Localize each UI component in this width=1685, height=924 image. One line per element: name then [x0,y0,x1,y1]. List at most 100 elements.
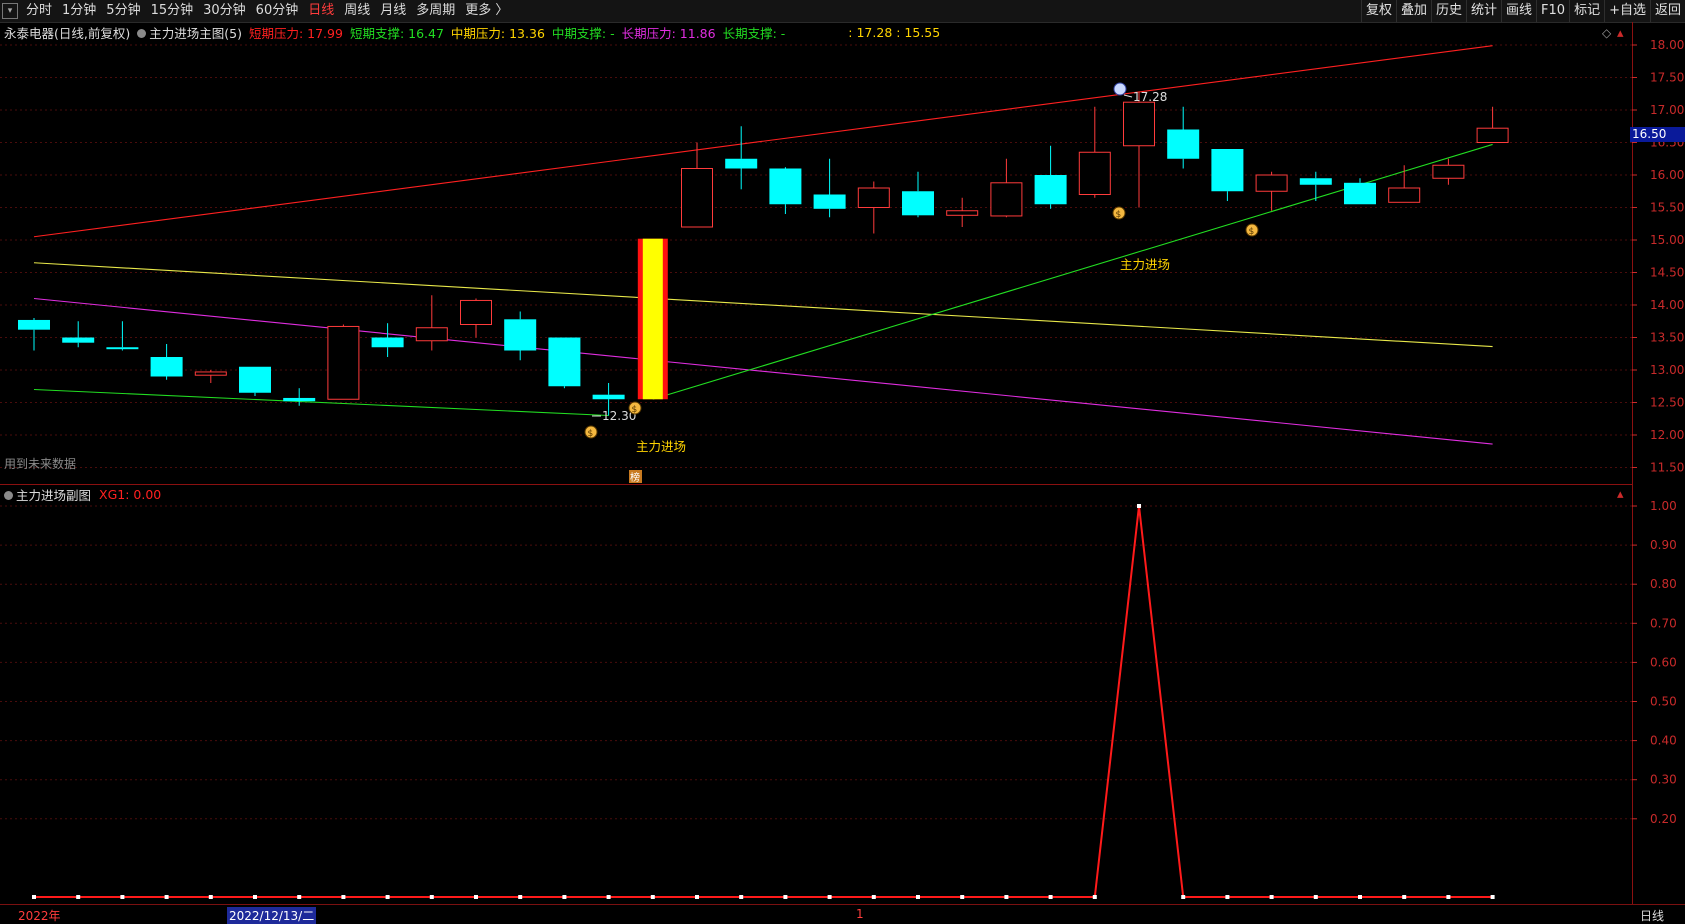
signal-point [1490,895,1495,899]
signal-tick-label: 0.70 [1650,616,1677,630]
money-bag-symbol: $ [1116,210,1122,220]
price-axis: 18.00 17.50 17.00 16.50 16.00 15.50 15.00 14.50… [1632,38,1684,475]
signal-point [1225,895,1230,899]
cursor-date: 2022/12/13/二 [227,907,317,924]
candle-body [327,325,360,400]
signal-point [385,895,390,899]
price-tick-label: 14.50 [1650,266,1684,280]
candle-body [1167,129,1200,159]
price-tick-label: 12.50 [1650,396,1684,410]
price-tick-label: 15.00 [1650,233,1684,247]
price-tick-label: 11.50 [1650,461,1684,475]
time-axis: 2022年 2022/12/13/二 1 日线 [0,904,1685,924]
signal-tick-label: 0.30 [1650,773,1677,787]
kline-chart[interactable]: 18.00 17.50 17.00 16.50 16.00 15.50 15.00 14.50… [0,0,1685,904]
candle-body [371,337,404,348]
signal-tick-label: 0.50 [1650,695,1677,709]
rank-badge-label: 榜 [630,471,640,484]
signal-point [1004,895,1009,899]
candle-body [946,210,979,216]
candles [18,91,1509,416]
candle-body [1299,178,1332,185]
candle-body [681,168,713,228]
diamond-icon[interactable]: ◇ [1602,26,1612,40]
signal-point [518,895,523,899]
signal-point [76,895,81,899]
candle-body [642,238,663,400]
candle-body [902,191,934,216]
price-tick-label: 13.00 [1650,363,1684,377]
signal-point [474,895,478,899]
candle-body [1432,164,1465,179]
candle-body [857,187,890,208]
smile-face-icon [1113,82,1127,96]
candle-body [150,357,183,377]
signal-point [208,895,213,899]
signal-tick-label: 0.90 [1650,538,1677,552]
future-data-note: 用到未来数据 [4,456,76,471]
signal-point [1137,504,1141,508]
signal-point [1358,895,1362,899]
candle-body [1344,182,1376,205]
signal-tick-label: 0.80 [1650,577,1677,591]
candle-body [1078,151,1111,195]
high-pointer [1123,94,1133,98]
price-tick-label: 15.50 [1650,201,1684,215]
signal-tick-label: 0.40 [1650,734,1677,748]
candle-body [283,397,316,402]
candle-body [548,337,581,387]
month-mark: 1 [856,907,864,921]
signal-point [1092,895,1097,899]
signal-tick-label: 0.20 [1650,812,1677,826]
candle-body [18,319,50,330]
price-tick-label: 12.00 [1650,428,1684,442]
chevron-up-icon[interactable]: ▴ [1617,26,1624,41]
signal-tick-label: 0.60 [1650,655,1677,669]
candle-body [769,168,802,205]
signal-point [739,895,744,899]
candle-body [1255,174,1288,192]
signal-point [297,895,302,899]
money-bag-symbol: $ [1249,227,1255,237]
signal-point [1269,895,1274,899]
signal-point [1446,895,1451,899]
grid-lines [0,44,1632,820]
money-bag-symbol: $ [588,429,594,439]
candle-body [990,182,1023,217]
signal-point [562,895,567,899]
high-price-label: 17.28 [1133,90,1167,104]
price-tick-label: 14.00 [1650,298,1684,312]
annotations: 用到未来数据主力进场主力进场17.2812.30$$$$榜 [4,82,1259,484]
signal-point [1181,895,1186,899]
signal-axis: 1.00 0.90 0.80 0.70 0.60 0.50 0.40 0.30 0.20 [1632,499,1677,826]
candle-body [1211,149,1244,192]
candle-body [1034,175,1067,205]
signal-point [783,895,788,899]
signal-point [871,895,876,899]
signal-point [695,895,699,899]
signal-point [429,895,434,899]
signal-polyline [34,505,1493,898]
panel-divider [0,484,1632,485]
signal-point [120,895,125,899]
sub-chevron-up-icon[interactable]: ▴ [1617,487,1624,502]
year-label: 2022年 [18,909,61,923]
entry-label: 主力进场 [636,439,686,454]
candle-body [194,371,227,376]
candle-body [460,299,492,326]
candle-body [415,327,448,342]
signal-point [1402,895,1407,899]
signal-point [1313,895,1318,899]
signal-point [606,895,611,899]
candle-body [62,337,95,343]
period-label[interactable]: 日线 [1640,907,1664,924]
price-tick-label: 17.00 [1650,103,1684,117]
signal-point [650,895,655,899]
candle-body [813,194,846,209]
signal-point [960,895,965,899]
signal-tick-label: 1.00 [1650,499,1677,513]
price-tick-label: 17.50 [1650,71,1684,85]
candle-body [725,158,758,169]
candle-body [1476,127,1509,143]
signal-point [916,895,920,899]
